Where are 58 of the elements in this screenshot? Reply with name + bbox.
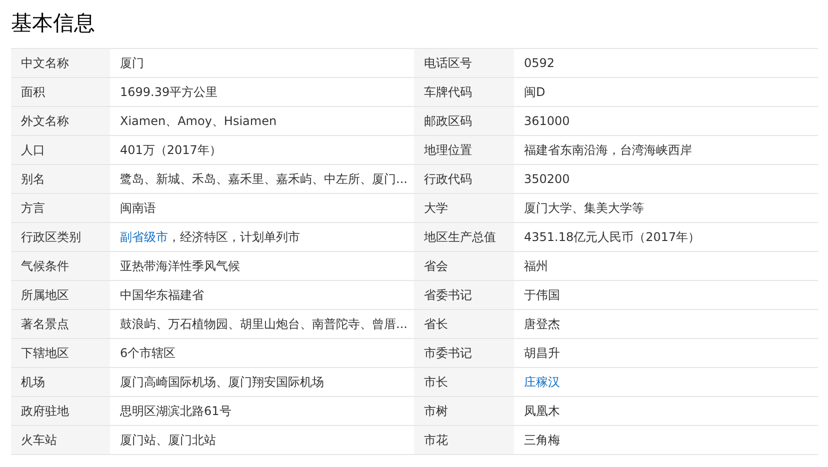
field-label: 著名景点: [21, 316, 69, 332]
field-value: 闽D: [524, 84, 546, 100]
field-label: 大学: [424, 200, 448, 216]
field-label: 市树: [424, 402, 448, 420]
link[interactable]: 庄稼汉: [524, 374, 560, 390]
field-value: 唐登杰: [524, 316, 560, 332]
field-label: 外文名称: [21, 112, 69, 130]
field-label: 地区生产总值: [424, 228, 496, 246]
field-value: 三角梅: [524, 432, 560, 448]
field-value: 福建省东南沿海，台湾海峡西岸: [524, 142, 692, 158]
field-label: 市花: [424, 432, 448, 448]
field-value: 350200: [524, 172, 570, 186]
field-label: 电话区号: [424, 54, 472, 72]
field-label: 市委书记: [424, 344, 472, 362]
field-label: 气候条件: [21, 258, 69, 274]
field-value: 厦门大学、集美大学等: [524, 200, 644, 216]
field-value: 厦门高崎国际机场、厦门翔安国际机场: [120, 374, 324, 390]
field-label: 省长: [424, 316, 448, 332]
field-label: 行政代码: [424, 170, 472, 188]
field-label: 所属地区: [21, 286, 69, 304]
field-value: 鹭岛、新城、禾岛、嘉禾里、嘉禾屿、中左所、厦门...: [120, 170, 408, 188]
field-value: 1699.39平方公里: [120, 84, 218, 100]
field-label: 别名: [21, 170, 45, 188]
field-label: 机场: [21, 374, 45, 390]
field-value: 厦门: [120, 54, 144, 72]
field-value: 401万（2017年）: [120, 142, 222, 158]
field-value: 福州: [524, 258, 548, 274]
field-value: ，经济特区，计划单列市: [168, 228, 300, 246]
section-title: 基本信息: [11, 10, 95, 37]
field-value: 4351.18亿元人民币（2017年）: [524, 228, 700, 246]
field-value: 凤凰木: [524, 402, 560, 420]
field-value: 亚热带海洋性季风气候: [120, 258, 240, 274]
field-value: 361000: [524, 114, 570, 128]
field-label: 车牌代码: [424, 84, 472, 100]
field-label: 省会: [424, 258, 448, 274]
field-value: 思明区湖滨北路61号: [120, 402, 232, 420]
field-value: 6个市辖区: [120, 344, 176, 362]
field-label: 中文名称: [21, 54, 69, 72]
field-label: 人口: [21, 142, 45, 158]
field-value: 鼓浪屿、万石植物园、胡里山炮台、南普陀寺、曾厝...: [120, 316, 408, 332]
field-label: 行政区类别: [21, 228, 81, 246]
field-value: 厦门站、厦门北站: [120, 432, 216, 448]
field-label: 下辖地区: [21, 344, 69, 362]
field-label: 省委书记: [424, 286, 472, 304]
field-label: 邮政区码: [424, 112, 472, 130]
field-value: 中国华东福建省: [120, 286, 204, 304]
field-label: 面积: [21, 84, 45, 100]
field-value: Xiamen、Amoy、Hsiamen: [120, 112, 277, 130]
field-label: 地理位置: [424, 142, 472, 158]
field-label: 火车站: [21, 432, 57, 448]
field-label: 方言: [21, 200, 45, 216]
field-label: 市长: [424, 374, 448, 390]
field-value: 于伟国: [524, 286, 560, 304]
field-value: 闽南语: [120, 200, 156, 216]
field-value: 0592: [524, 56, 555, 70]
link[interactable]: 副省级市: [120, 228, 168, 246]
field-label: 政府驻地: [21, 402, 69, 420]
field-value: 胡昌升: [524, 344, 560, 362]
